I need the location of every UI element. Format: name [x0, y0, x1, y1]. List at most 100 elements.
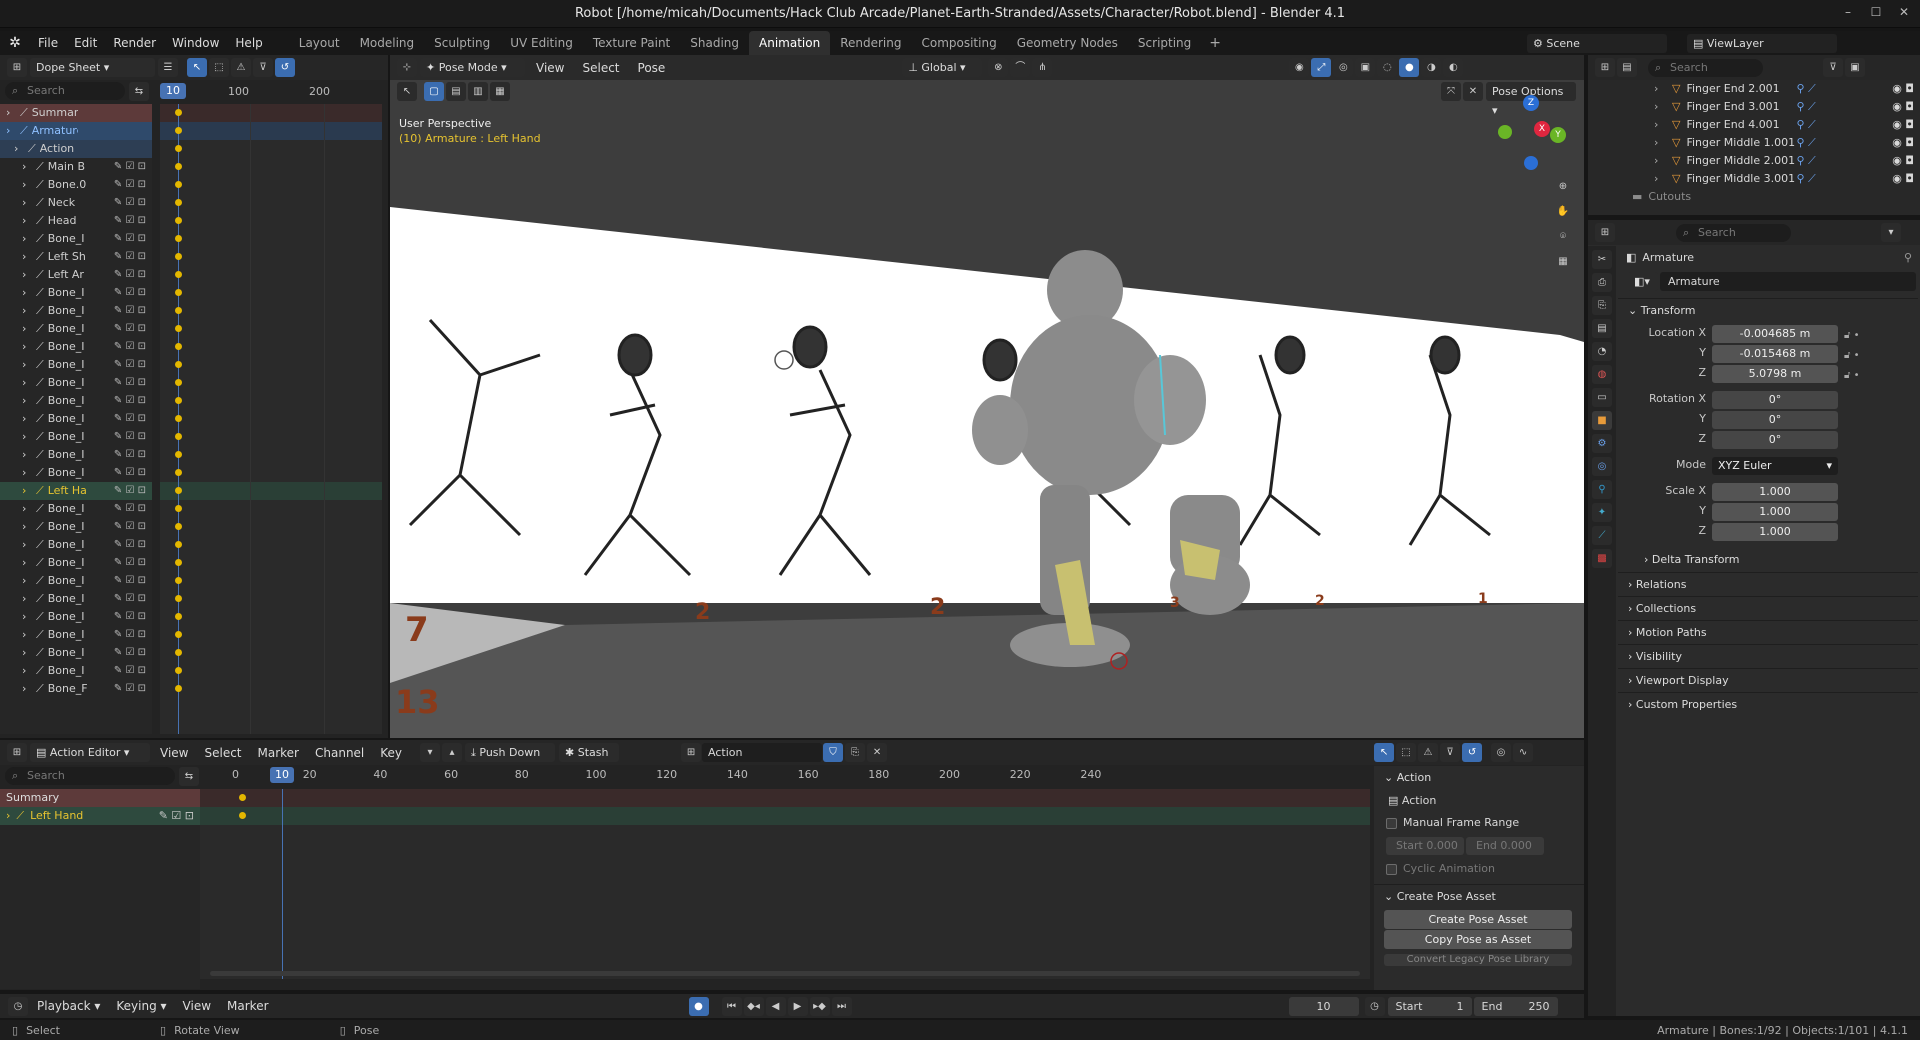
location-z-field[interactable]: 5.0798 m: [1712, 365, 1838, 383]
eye-icon[interactable]: ◉ ◘: [1892, 98, 1914, 116]
tab-rendering[interactable]: Rendering: [830, 31, 911, 55]
keyframe[interactable]: [175, 145, 182, 152]
keyframe[interactable]: [175, 433, 182, 440]
start-frame-field[interactable]: Start 0.000: [1386, 837, 1464, 855]
create-pose-asset-header[interactable]: ⌄ Create Pose Asset: [1374, 884, 1584, 908]
action-name-field[interactable]: Action: [702, 743, 823, 762]
channel-controls-icon[interactable]: ✎ ☑ ⊡: [114, 500, 146, 518]
keyframe[interactable]: [175, 631, 182, 638]
gizmo-neg-z[interactable]: [1524, 156, 1538, 170]
3d-viewport[interactable]: ⊹ ✦ Pose Mode ▾ View Select Pose ⊥ Global …: [390, 55, 1584, 738]
channel-controls-icon[interactable]: ✎ ☑ ⊡: [114, 608, 146, 626]
action-keyframe-area[interactable]: [200, 789, 1370, 979]
menu-help[interactable]: Help: [227, 31, 270, 55]
pan-hand-icon[interactable]: ✋: [1553, 202, 1573, 221]
gizmo-neg-y[interactable]: [1498, 125, 1512, 139]
expand-icon[interactable]: ›: [22, 662, 32, 680]
expand-icon[interactable]: ›: [22, 248, 32, 266]
section-delta-transform[interactable]: › Delta Transform: [1618, 548, 1918, 572]
expand-icon[interactable]: ›: [22, 464, 32, 482]
expand-icon[interactable]: ›: [22, 284, 32, 302]
editor-type-icon[interactable]: ◷: [8, 996, 28, 1016]
keyframe[interactable]: [175, 343, 182, 350]
keyframe[interactable]: [175, 217, 182, 224]
keyframe[interactable]: [175, 613, 182, 620]
expand-icon[interactable]: ›: [22, 590, 32, 608]
bone-channel[interactable]: › ⟋ Bone_I ✎ ☑ ⊡: [0, 572, 152, 590]
snapping-icon[interactable]: ↺: [275, 58, 295, 77]
action-menu-view[interactable]: View: [152, 741, 196, 765]
channel-controls-icon[interactable]: ✎ ☑ ⊡: [114, 464, 146, 482]
keyframe[interactable]: [175, 685, 182, 692]
action-editor-mode-dropdown[interactable]: ▤ Action Editor ▾: [30, 743, 150, 762]
expand-icon[interactable]: ›: [1654, 134, 1666, 152]
keyframe[interactable]: [175, 505, 182, 512]
play-reverse-icon[interactable]: ◀: [765, 996, 786, 1016]
expand-icon[interactable]: ›: [6, 122, 16, 140]
tab-scripting[interactable]: Scripting: [1128, 31, 1201, 55]
keyframe[interactable]: [175, 415, 182, 422]
action-search-input[interactable]: Search: [5, 767, 175, 785]
blender-logo-icon[interactable]: ✲: [0, 35, 30, 51]
action-browse-icon[interactable]: ⊞: [681, 743, 702, 762]
expand-icon[interactable]: ›: [22, 500, 32, 518]
push-down-button[interactable]: ⤓ Push Down: [465, 743, 556, 762]
menu-render[interactable]: Render: [105, 31, 164, 55]
end-frame-field[interactable]: End 250: [1473, 996, 1558, 1016]
dropdown-icon[interactable]: ▾: [1881, 223, 1901, 242]
channel-controls-icon[interactable]: ✎ ☑ ⊡: [114, 680, 146, 698]
location-y-field[interactable]: -0.015468 m: [1712, 345, 1838, 363]
bone-channel[interactable]: › ⟋ Bone.0 ✎ ☑ ⊡: [0, 176, 152, 194]
bone-channel[interactable]: › ⟋ Bone_I ✎ ☑ ⊡: [0, 428, 152, 446]
bone-channel[interactable]: › ⟋ Bone_I ✎ ☑ ⊡: [0, 230, 152, 248]
keyframe[interactable]: [175, 289, 182, 296]
armature-data-tab-icon[interactable]: ✦: [1592, 503, 1612, 522]
pin-icon[interactable]: ⚲: [1904, 249, 1912, 267]
outliner-search-input[interactable]: Search: [1648, 58, 1763, 77]
channel-controls-icon[interactable]: ✎ ☑ ⊡: [114, 194, 146, 212]
lock-icon[interactable]: 🔓︎ •: [1844, 346, 1860, 366]
expand-icon[interactable]: ›: [1654, 152, 1666, 170]
bone-channel[interactable]: › ⟋ Bone_I ✎ ☑ ⊡: [0, 356, 152, 374]
play-icon[interactable]: ▶: [787, 996, 808, 1016]
new-collection-icon[interactable]: ▣: [1845, 58, 1865, 77]
keyframe[interactable]: [175, 127, 182, 134]
physics-tab-icon[interactable]: ◎: [1592, 457, 1612, 476]
channel-controls-icon[interactable]: ✎ ☑ ⊡: [114, 482, 146, 500]
modifier-tab-icon[interactable]: ⚙: [1592, 434, 1612, 453]
channel-controls-icon[interactable]: ✎ ☑ ⊡: [114, 518, 146, 536]
timeline-menu-keying[interactable]: Keying ▾: [108, 994, 174, 1018]
proportional-icon[interactable]: ◎: [1491, 743, 1512, 762]
expand-icon[interactable]: ›: [22, 572, 32, 590]
properties-search-input[interactable]: Search: [1676, 223, 1791, 242]
expand-icon[interactable]: ›: [22, 554, 32, 572]
keyframe[interactable]: [239, 794, 246, 801]
channel-controls-icon[interactable]: ✎ ☑ ⊡: [114, 158, 146, 176]
keyframe[interactable]: [175, 469, 182, 476]
auto-keying-icon[interactable]: ●: [688, 996, 709, 1016]
object-name-field[interactable]: Armature: [1660, 271, 1916, 291]
horizontal-scrollbar[interactable]: [210, 971, 1360, 976]
section-relations[interactable]: › Relations: [1618, 572, 1918, 596]
gizmo-z-axis[interactable]: Z: [1523, 95, 1539, 111]
navigation-gizmo[interactable]: Z X Y: [1492, 93, 1572, 173]
action-channel[interactable]: › ⟋ Action: [0, 140, 152, 158]
channel-controls-icon[interactable]: ✎ ☑ ⊡: [159, 807, 194, 825]
warning-icon[interactable]: ⚠: [1418, 743, 1439, 762]
scale-x-field[interactable]: 1.000: [1712, 483, 1838, 501]
layer-down-icon[interactable]: ▾: [420, 743, 441, 762]
keyframe[interactable]: [175, 667, 182, 674]
bone-channel[interactable]: › ⟋ Bone_F ✎ ☑ ⊡: [0, 680, 152, 698]
bone-channel[interactable]: › ⟋ Bone_I ✎ ☑ ⊡: [0, 518, 152, 536]
timeline-menu-view[interactable]: View: [175, 994, 219, 1018]
action-panel-header[interactable]: ⌄ Action: [1374, 766, 1584, 790]
section-custom-properties[interactable]: › Custom Properties: [1618, 692, 1918, 716]
keyframe[interactable]: [175, 397, 182, 404]
menu-window[interactable]: Window: [164, 31, 227, 55]
channel-controls-icon[interactable]: ✎ ☑ ⊡: [114, 230, 146, 248]
bone-channel[interactable]: › ⟋ Bone_I ✎ ☑ ⊡: [0, 536, 152, 554]
box-select-icon[interactable]: ⬚: [1396, 743, 1417, 762]
dopesheet-keyframe-area[interactable]: [160, 104, 382, 734]
hamburger-menu-icon[interactable]: ☰: [158, 58, 178, 77]
bone-channel[interactable]: › ⟋ Bone_I ✎ ☑ ⊡: [0, 338, 152, 356]
